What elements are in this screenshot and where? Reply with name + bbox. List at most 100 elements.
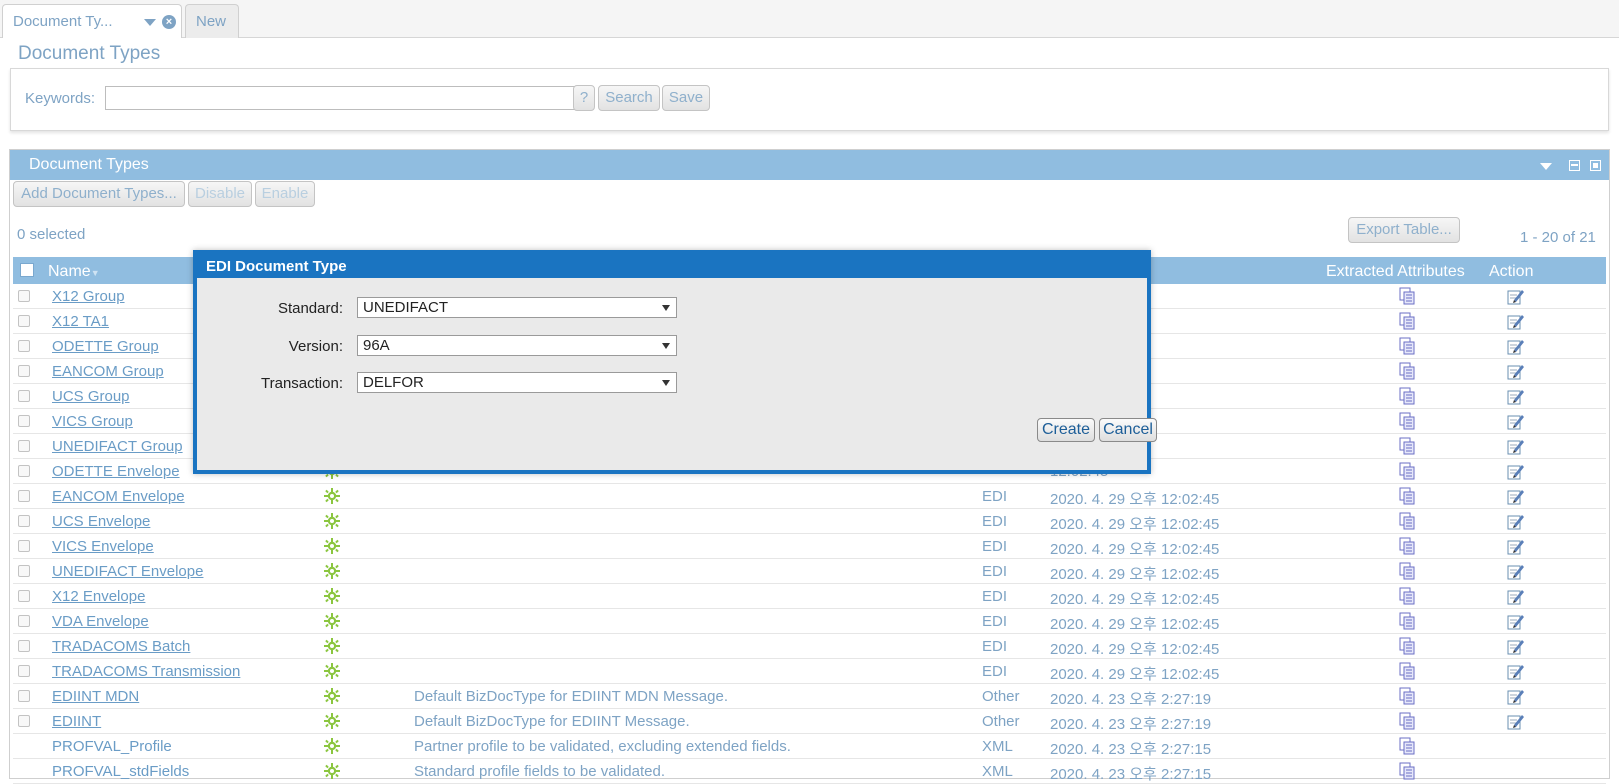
- row-checkbox[interactable]: [18, 290, 30, 302]
- document-type-link[interactable]: X12 Envelope: [52, 588, 145, 605]
- create-button[interactable]: Create: [1037, 418, 1095, 442]
- edit-icon[interactable]: [1507, 413, 1525, 430]
- extracted-attributes-icon[interactable]: [1399, 462, 1415, 480]
- document-type-link[interactable]: VDA Envelope: [52, 613, 149, 630]
- chevron-down-icon[interactable]: [144, 19, 156, 26]
- help-button[interactable]: ?: [573, 85, 595, 111]
- edit-icon[interactable]: [1507, 288, 1525, 305]
- edit-icon[interactable]: [1507, 438, 1525, 455]
- tab-document-types[interactable]: Document Ty... ×: [2, 4, 182, 38]
- row-checkbox[interactable]: [18, 465, 30, 477]
- edit-icon[interactable]: [1507, 663, 1525, 680]
- row-checkbox[interactable]: [18, 540, 30, 552]
- row-checkbox[interactable]: [18, 690, 30, 702]
- extracted-attributes-icon[interactable]: [1399, 412, 1415, 430]
- table-row[interactable]: TRADACOMS Batch EDI 2020. 4. 29 오후 12:02:4…: [13, 634, 1606, 659]
- enable-button[interactable]: Enable: [255, 181, 315, 207]
- document-type-link[interactable]: UNEDIFACT Group: [52, 438, 183, 455]
- table-row[interactable]: UNEDIFACT Envelope EDI 2020. 4. 29 오후 12:0…: [13, 559, 1606, 584]
- extracted-attributes-icon[interactable]: [1399, 712, 1415, 730]
- row-checkbox[interactable]: [18, 340, 30, 352]
- table-row[interactable]: TRADACOMS Transmission EDI 2020. 4. 29 오후 …: [13, 659, 1606, 684]
- document-type-link[interactable]: ODETTE Envelope: [52, 463, 180, 480]
- add-document-types-button[interactable]: Add Document Types...: [13, 181, 185, 207]
- document-type-link[interactable]: VICS Envelope: [52, 538, 154, 555]
- document-type-link[interactable]: X12 TA1: [52, 313, 109, 330]
- document-type-link[interactable]: X12 Group: [52, 288, 125, 305]
- chevron-down-icon[interactable]: [1540, 163, 1553, 170]
- document-type-link[interactable]: TRADACOMS Batch: [52, 638, 190, 655]
- edit-icon[interactable]: [1507, 463, 1525, 480]
- document-type-link[interactable]: EDIINT: [52, 713, 101, 730]
- extracted-attributes-icon[interactable]: [1399, 512, 1415, 530]
- row-checkbox[interactable]: [18, 390, 30, 402]
- standard-select[interactable]: UNEDIFACT: [357, 297, 677, 318]
- edit-icon[interactable]: [1507, 688, 1525, 705]
- row-checkbox[interactable]: [18, 590, 30, 602]
- row-checkbox[interactable]: [18, 615, 30, 627]
- edit-icon[interactable]: [1507, 563, 1525, 580]
- document-type-link[interactable]: ODETTE Group: [52, 338, 159, 355]
- row-checkbox[interactable]: [18, 490, 30, 502]
- table-row[interactable]: VDA Envelope EDI 2020. 4. 29 오후 12:02:45: [13, 609, 1606, 634]
- extracted-attributes-icon[interactable]: [1399, 487, 1415, 505]
- edit-icon[interactable]: [1507, 388, 1525, 405]
- version-select[interactable]: 96A: [357, 335, 677, 356]
- edit-icon[interactable]: [1507, 613, 1525, 630]
- extracted-attributes-icon[interactable]: [1399, 612, 1415, 630]
- table-row[interactable]: PROFVAL_Profile Partner profile to be val…: [13, 734, 1606, 759]
- row-checkbox[interactable]: [18, 440, 30, 452]
- document-type-link[interactable]: VICS Group: [52, 413, 133, 430]
- save-button[interactable]: Save: [662, 85, 710, 111]
- document-type-link[interactable]: EANCOM Group: [52, 363, 164, 380]
- edit-icon[interactable]: [1507, 588, 1525, 605]
- table-row[interactable]: X12 Envelope EDI 2020. 4. 29 오후 12:02:45: [13, 584, 1606, 609]
- edit-icon[interactable]: [1507, 488, 1525, 505]
- tab-new[interactable]: New: [185, 4, 239, 38]
- row-checkbox[interactable]: [18, 715, 30, 727]
- extracted-attributes-icon[interactable]: [1399, 762, 1415, 780]
- row-checkbox[interactable]: [18, 365, 30, 377]
- edit-icon[interactable]: [1507, 638, 1525, 655]
- edit-icon[interactable]: [1507, 313, 1525, 330]
- extracted-attributes-icon[interactable]: [1399, 287, 1415, 305]
- edit-icon[interactable]: [1507, 513, 1525, 530]
- row-checkbox[interactable]: [18, 665, 30, 677]
- document-type-link[interactable]: EANCOM Envelope: [52, 488, 185, 505]
- table-row[interactable]: EDIINT MDN Default BizDocType for EDIINT …: [13, 684, 1606, 709]
- extracted-attributes-icon[interactable]: [1399, 587, 1415, 605]
- extracted-attributes-icon[interactable]: [1399, 687, 1415, 705]
- extracted-attributes-icon[interactable]: [1399, 537, 1415, 555]
- disable-button[interactable]: Disable: [188, 181, 252, 207]
- table-row[interactable]: EANCOM Envelope EDI 2020. 4. 29 오후 12:02:4…: [13, 484, 1606, 509]
- edit-icon[interactable]: [1507, 338, 1525, 355]
- cancel-button[interactable]: Cancel: [1099, 418, 1157, 442]
- extracted-attributes-icon[interactable]: [1399, 387, 1415, 405]
- row-checkbox[interactable]: [18, 640, 30, 652]
- extracted-attributes-icon[interactable]: [1399, 662, 1415, 680]
- extracted-attributes-icon[interactable]: [1399, 637, 1415, 655]
- table-row[interactable]: UCS Envelope EDI 2020. 4. 29 오후 12:02:45: [13, 509, 1606, 534]
- document-type-link[interactable]: UCS Envelope: [52, 513, 150, 530]
- table-row[interactable]: EDIINT Default BizDocType for EDIINT Mess…: [13, 709, 1606, 734]
- row-checkbox[interactable]: [18, 565, 30, 577]
- close-icon[interactable]: ×: [162, 15, 176, 29]
- table-row[interactable]: VICS Envelope EDI 2020. 4. 29 오후 12:02:45: [13, 534, 1606, 559]
- extracted-attributes-icon[interactable]: [1399, 362, 1415, 380]
- row-checkbox[interactable]: [18, 315, 30, 327]
- extracted-attributes-icon[interactable]: [1399, 562, 1415, 580]
- minimize-icon[interactable]: [1568, 160, 1580, 171]
- table-row[interactable]: PROFVAL_stdFields Standard profile fields…: [13, 759, 1606, 784]
- extracted-attributes-icon[interactable]: [1399, 437, 1415, 455]
- keywords-input[interactable]: [105, 86, 591, 110]
- column-name-header[interactable]: Name▼: [48, 263, 100, 281]
- edit-icon[interactable]: [1507, 538, 1525, 555]
- search-button[interactable]: Search: [598, 85, 660, 111]
- transaction-select[interactable]: DELFOR: [357, 372, 677, 393]
- extracted-attributes-icon[interactable]: [1399, 337, 1415, 355]
- document-type-link[interactable]: UCS Group: [52, 388, 130, 405]
- row-checkbox[interactable]: [18, 515, 30, 527]
- edit-icon[interactable]: [1507, 713, 1525, 730]
- document-type-link[interactable]: TRADACOMS Transmission: [52, 663, 240, 680]
- export-table-button[interactable]: Export Table...: [1348, 217, 1460, 243]
